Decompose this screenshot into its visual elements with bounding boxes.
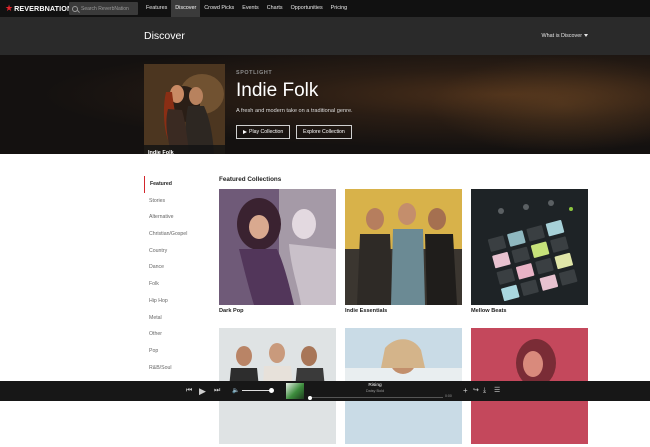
spotlight-hero: Indie Folk SPOTLIGHT Indie Folk A fresh … [0, 55, 650, 154]
explore-collection-button[interactable]: Explore Collection [296, 125, 352, 139]
nav-features[interactable]: Features [142, 0, 171, 17]
sidebar-item-other[interactable]: Other [144, 326, 204, 343]
progress-bar[interactable] [308, 397, 443, 398]
download-icon[interactable]: ⤓ [483, 381, 486, 401]
search-icon [72, 5, 78, 12]
star-icon: ★ [5, 3, 14, 13]
collection-card-indie-essentials[interactable]: Indie Essentials [345, 189, 462, 314]
progress-handle[interactable] [308, 395, 312, 400]
top-navbar: ★ REVERBNATION Features Discover Crowd P… [0, 0, 650, 17]
genre-sidebar: Featured Stories Alternative Christian/G… [144, 176, 204, 376]
spotlight-label: SPOTLIGHT [236, 70, 273, 76]
sidebar-item-rnb-soul[interactable]: R&B/Soul [144, 360, 204, 377]
nav-opportunities[interactable]: Opportunities [287, 0, 327, 17]
dark-pop-art [219, 189, 336, 305]
nav-discover[interactable]: Discover [171, 0, 201, 17]
logo-text: REVERBNATION [14, 4, 73, 13]
play-icon[interactable]: ▶ [199, 381, 206, 401]
collection-card-dark-pop[interactable]: Dark Pop [219, 189, 336, 314]
caret-down-icon [584, 34, 588, 38]
what-is-discover-dropdown[interactable]: What is Discover [542, 33, 588, 39]
volume-handle[interactable] [268, 388, 274, 393]
collection-card-mellow-beats[interactable]: Mellow Beats [471, 189, 588, 314]
discover-header: Discover What is Discover [0, 17, 650, 55]
sidebar-item-pop[interactable]: Pop [144, 343, 204, 360]
spotlight-cover-caption: Indie Folk [144, 145, 225, 154]
search-input[interactable] [81, 5, 137, 12]
sidebar-item-alternative[interactable]: Alternative [144, 209, 204, 226]
sidebar-item-featured[interactable]: Featured [144, 176, 204, 193]
sidebar-item-hip-hop[interactable]: Hip Hop [144, 293, 204, 310]
music-player-bar: ⏮ ▶ ⏭ 🔈 Rising Daisy Bold 0:00 + ↪ ⤓ ☰ [0, 381, 650, 401]
volume-level [242, 390, 272, 391]
main-nav: Features Discover Crowd Picks Events Cha… [142, 0, 351, 17]
search-box[interactable] [69, 2, 138, 15]
now-playing-artist[interactable]: Daisy Bold [361, 389, 389, 393]
sidebar-item-stories[interactable]: Stories [144, 193, 204, 210]
sidebar-item-country[interactable]: Country [144, 243, 204, 260]
collection-image[interactable] [345, 189, 462, 305]
what-is-discover-label: What is Discover [541, 33, 582, 39]
collection-title[interactable]: Indie Essentials [345, 308, 462, 314]
featured-collections-heading: Featured Collections [219, 176, 282, 183]
sidebar-item-dance[interactable]: Dance [144, 259, 204, 276]
collection-title[interactable]: Mellow Beats [471, 308, 588, 314]
nav-pricing[interactable]: Pricing [327, 0, 351, 17]
spotlight-cover-image[interactable]: Indie Folk [144, 64, 225, 154]
sidebar-item-christian-gospel[interactable]: Christian/Gospel [144, 226, 204, 243]
volume-slider[interactable] [242, 388, 274, 393]
volume-icon[interactable]: 🔈 [232, 381, 239, 401]
page-title: Discover [144, 30, 185, 42]
nav-crowd-picks[interactable]: Crowd Picks [200, 0, 238, 17]
play-icon [243, 129, 247, 134]
reverbnation-logo[interactable]: ★ REVERBNATION [0, 0, 72, 17]
next-track-icon[interactable]: ⏭ [214, 381, 220, 401]
add-icon[interactable]: + [463, 381, 468, 401]
track-time: 0:00 [445, 394, 452, 398]
sidebar-item-folk[interactable]: Folk [144, 276, 204, 293]
previous-track-icon[interactable]: ⏮ [186, 381, 192, 401]
spotlight-description: A fresh and modern take on a traditional… [236, 108, 353, 114]
indie-essentials-art [345, 189, 462, 305]
collection-image[interactable] [219, 189, 336, 305]
play-collection-button[interactable]: Play Collection [236, 125, 291, 139]
mellow-beats-art [471, 189, 588, 305]
share-icon[interactable]: ↪ [473, 381, 479, 401]
play-collection-label: Play Collection [249, 129, 284, 135]
collection-image[interactable] [471, 189, 588, 305]
menu-icon[interactable]: ☰ [494, 381, 500, 401]
cover-art-illustration [144, 64, 225, 154]
now-playing-title[interactable]: Rising [364, 383, 386, 388]
sidebar-item-metal[interactable]: Metal [144, 310, 204, 327]
collection-title[interactable]: Dark Pop [219, 308, 336, 314]
spotlight-title: Indie Folk [236, 80, 319, 101]
nav-charts[interactable]: Charts [263, 0, 287, 17]
nav-events[interactable]: Events [238, 0, 262, 17]
now-playing-artwork[interactable] [286, 383, 304, 399]
